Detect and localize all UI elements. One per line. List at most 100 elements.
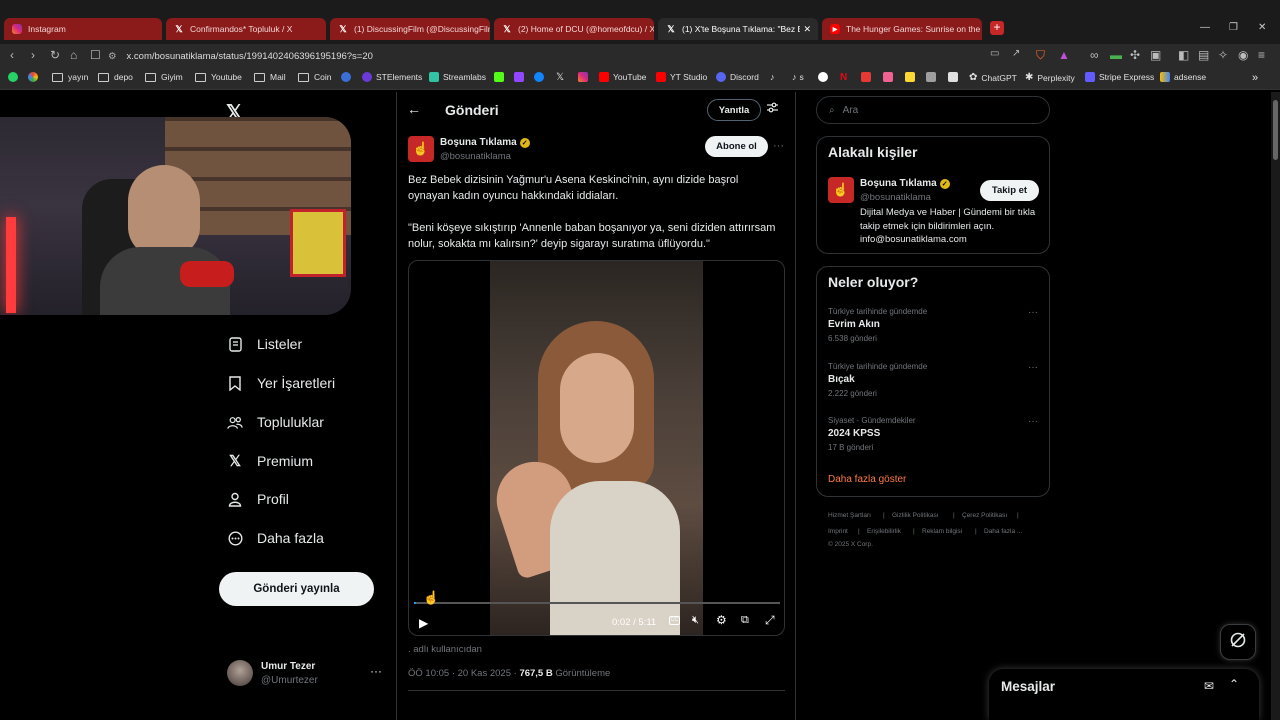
video-source[interactable]: . adlı kullanıcıdan: [408, 644, 482, 655]
vpn-icon[interactable]: ◉: [1238, 48, 1248, 62]
account-switcher[interactable]: Umur Tezer @Umurtezer ···: [227, 660, 387, 690]
nav-item-more[interactable]: Daha fazla: [227, 530, 324, 546]
footer-link-ads-info[interactable]: Reklam bilgisi: [922, 528, 962, 535]
post-more-icon[interactable]: ···: [773, 140, 784, 152]
bookmark-app-white[interactable]: [948, 72, 962, 82]
close-tab-icon[interactable]: ✕: [803, 24, 811, 35]
more-bookmarks-icon[interactable]: »: [1252, 72, 1258, 84]
bookmark-streamlabs[interactable]: Streamlabs: [429, 72, 486, 82]
expand-drawer-icon[interactable]: ⌃: [1229, 677, 1239, 691]
trend-item[interactable]: Türkiye tarihinde gündemde Bıçak 2.222 g…: [828, 362, 1038, 398]
show-more-link[interactable]: Daha fazla göster: [828, 474, 906, 485]
bookmark-app-yellow[interactable]: [905, 72, 919, 82]
tab-bosunatiklama-active[interactable]: 𝕏 (1) X'te Boşuna Tıklama: "Bez Bel ✕: [658, 18, 818, 40]
bookmark-stripe[interactable]: Stripe Express: [1085, 72, 1154, 82]
site-info-icon[interactable]: ⚙: [108, 51, 117, 62]
bookmark-instagram[interactable]: [578, 72, 592, 82]
mute-icon[interactable]: 🔇︎: [692, 614, 699, 627]
tab-instagram[interactable]: Instagram: [4, 18, 162, 40]
back-icon[interactable]: ‹: [10, 48, 14, 62]
video-progress-track[interactable]: [414, 602, 780, 604]
wallet-icon[interactable]: ▤: [1198, 48, 1209, 62]
bookmark-chatgpt[interactable]: ✿ ChatGPT: [969, 72, 1017, 83]
tab-hunger-games[interactable]: ▶ The Hunger Games: Sunrise on the R: [822, 18, 982, 40]
author-avatar[interactable]: ☝: [408, 136, 434, 162]
tab-homeofdcu[interactable]: 𝕏 (2) Home of DCU (@homeofdcu) / X: [494, 18, 654, 40]
bookmark-twitch[interactable]: [514, 72, 528, 82]
tab-confirmandos[interactable]: 𝕏 Confirmandos* Topluluk / X: [166, 18, 326, 40]
pip-icon[interactable]: ⧉: [741, 614, 749, 627]
video-settings-icon[interactable]: ⚙: [716, 613, 727, 627]
fullscreen-icon[interactable]: ⤢: [765, 613, 775, 628]
bookmark-tiktok-s[interactable]: ♪ s: [792, 72, 804, 82]
trend-more-icon[interactable]: ···: [1028, 416, 1038, 427]
bookmark-discord[interactable]: Discord: [716, 72, 759, 82]
bookmark-folder-coin[interactable]: Coin: [298, 72, 331, 82]
trend-more-icon[interactable]: ···: [1028, 307, 1038, 318]
nav-item-profile[interactable]: Profil: [227, 491, 289, 507]
bookmark-folder-giyim[interactable]: Giyim: [145, 72, 183, 82]
footer-link-more[interactable]: Daha fazla ...: [984, 528, 1022, 535]
new-tab-button[interactable]: +: [990, 21, 1004, 35]
bookmark-r[interactable]: [341, 72, 355, 82]
trend-more-icon[interactable]: ···: [1028, 362, 1038, 373]
bookmark-netflix[interactable]: N: [840, 72, 847, 83]
bookmark-perplexity[interactable]: ✱ Perplexity: [1025, 72, 1075, 83]
reload-icon[interactable]: ↻: [50, 48, 60, 62]
extension-green-icon[interactable]: ▬: [1110, 48, 1122, 62]
menu-icon[interactable]: ≡: [1258, 48, 1265, 62]
bookmark-stelements[interactable]: STElements: [362, 72, 422, 82]
settings-sliders-icon[interactable]: [766, 101, 779, 119]
subscribe-button[interactable]: Abone ol: [705, 136, 768, 157]
bookmark-folder-yayin[interactable]: yayın: [52, 72, 88, 82]
brave-shield-icon[interactable]: ⛉: [1036, 48, 1045, 63]
bookmark-app-pink[interactable]: [883, 72, 897, 82]
scrollbar-thumb[interactable]: [1273, 100, 1278, 160]
video-player[interactable]: ▶ 0:02 / 5:11 CC 🔇︎ ⚙ ⧉ ⤢: [408, 260, 785, 636]
relevant-name-row[interactable]: Boşuna Tıklama ✓: [860, 178, 950, 189]
nav-item-premium[interactable]: 𝕏 Premium: [227, 453, 313, 470]
bookmark-tiktok[interactable]: ♪: [770, 72, 778, 82]
back-arrow-icon[interactable]: ←: [407, 101, 421, 117]
cast-icon[interactable]: ▭: [990, 48, 999, 59]
nav-item-lists[interactable]: Listeler: [227, 336, 302, 352]
trend-item[interactable]: Türkiye tarihinde gündemde Evrim Akın 6.…: [828, 307, 1038, 343]
bookmark-adsense[interactable]: adsense: [1160, 72, 1206, 82]
restore-icon[interactable]: ❐: [1229, 22, 1238, 33]
extension-box-icon[interactable]: ▣: [1150, 48, 1161, 62]
footer-link-privacy[interactable]: Gizlilik Politikası: [892, 512, 939, 519]
nav-item-bookmarks[interactable]: Yer İşaretleri: [227, 375, 335, 391]
bookmark-app-gray[interactable]: [926, 72, 940, 82]
share-icon[interactable]: ↗: [1012, 48, 1020, 59]
sidebar-toggle-icon[interactable]: ◧: [1178, 48, 1189, 62]
search-box[interactable]: ⌕ Ara: [816, 96, 1050, 124]
bookmark-folder-mail[interactable]: Mail: [254, 72, 286, 82]
relevant-avatar[interactable]: ☝: [828, 177, 854, 203]
trend-item[interactable]: Siyaset · Gündemdekiler 2024 KPSS 17 B g…: [828, 416, 1038, 452]
follow-button[interactable]: Takip et: [980, 180, 1039, 201]
footer-link-imprint[interactable]: Imprint: [828, 528, 848, 535]
leo-ai-icon[interactable]: ✧: [1218, 48, 1228, 62]
post-timestamp[interactable]: ÖÖ 10:05 · 20 Kas 2025 ·: [408, 668, 517, 679]
captions-icon[interactable]: CC: [669, 616, 680, 625]
bookmark-kick[interactable]: [494, 72, 508, 82]
extension-glasses-icon[interactable]: ∞: [1090, 48, 1099, 62]
google-bookmark[interactable]: [28, 72, 42, 82]
new-message-icon[interactable]: ✉: [1204, 679, 1214, 693]
author-name-row[interactable]: Boşuna Tıklama ✓: [440, 137, 530, 148]
whatsapp-bookmark[interactable]: [8, 72, 22, 82]
bookmark-folder-depo[interactable]: depo: [98, 72, 133, 82]
bookmark-x[interactable]: 𝕏: [556, 72, 564, 83]
bookmark-threads[interactable]: [818, 72, 832, 82]
tab-discussingfilm[interactable]: 𝕏 (1) DiscussingFilm (@DiscussingFilm: [330, 18, 490, 40]
bookmark-page-icon[interactable]: ☐: [90, 48, 101, 62]
play-icon[interactable]: ▶: [419, 616, 428, 630]
page-scrollbar[interactable]: [1271, 92, 1280, 720]
bookmark-bluesky[interactable]: [534, 72, 548, 82]
bookmark-app-red[interactable]: [861, 72, 875, 82]
bookmark-youtube[interactable]: YouTube: [599, 72, 646, 82]
post-button[interactable]: Gönderi yayınla: [219, 572, 374, 606]
reply-header-button[interactable]: Yanıtla: [707, 99, 761, 121]
home-icon[interactable]: ⌂: [70, 48, 77, 62]
messages-drawer[interactable]: Mesajlar ✉ ⌃: [989, 669, 1259, 720]
